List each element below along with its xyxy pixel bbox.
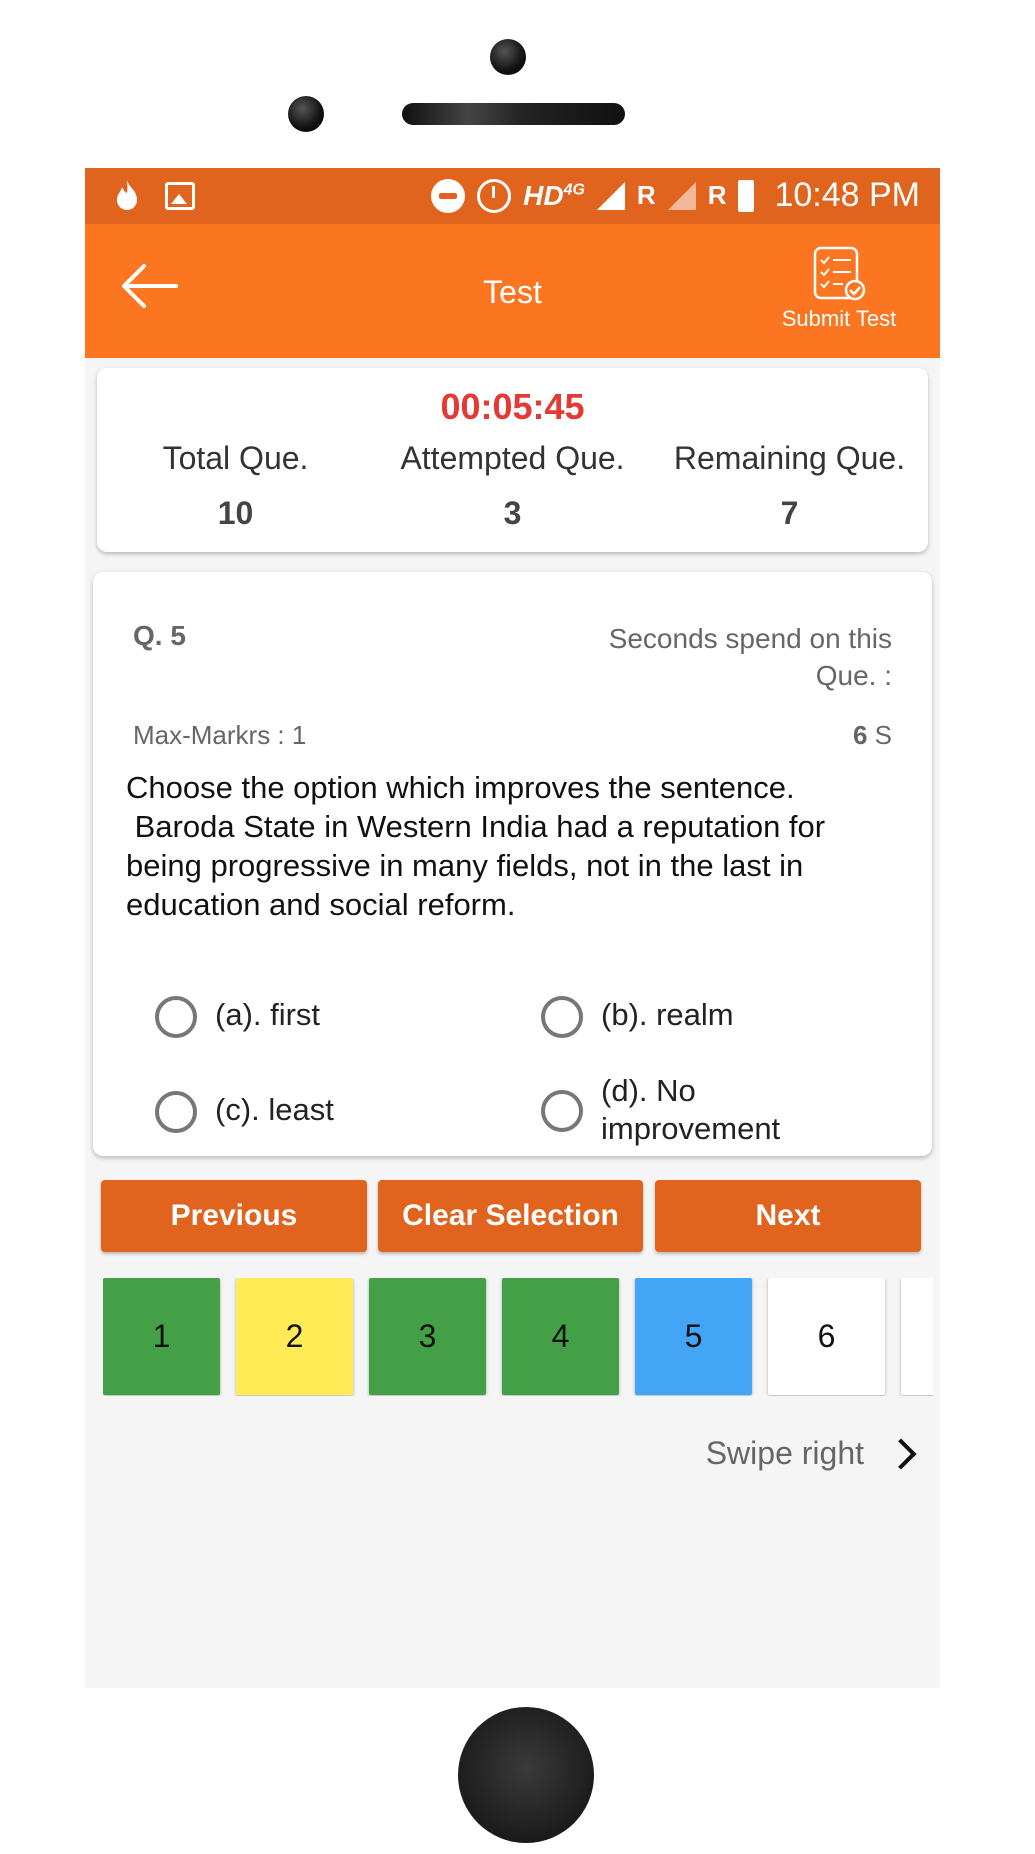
roaming-indicator: R — [636, 180, 656, 210]
question-nav-item[interactable]: 2 — [236, 1278, 353, 1395]
clear-selection-button[interactable]: Clear Selection — [378, 1180, 643, 1252]
countdown-timer: 00:05:45 — [440, 386, 585, 427]
do-not-disturb-icon — [431, 178, 466, 213]
remaining-questions-label: Remaining Que. — [673, 440, 906, 476]
option-c[interactable]: (c). least — [155, 1091, 485, 1133]
option-label: (b). realm — [601, 997, 734, 1032]
submit-test-label: Submit Test — [781, 306, 897, 331]
test-stats-card: 00:05:45 Total Que. 10 Attempted Que. 3 … — [97, 368, 928, 552]
submit-checklist-icon — [813, 246, 866, 301]
radio-button[interactable] — [155, 996, 197, 1038]
chevron-right-icon — [885, 1437, 917, 1470]
question-nav-item[interactable]: 5 — [635, 1278, 752, 1395]
home-button[interactable] — [458, 1707, 594, 1843]
seconds-unit: S — [874, 720, 892, 750]
status-time: 10:48 PM — [774, 176, 920, 214]
image-notification-icon — [165, 182, 195, 210]
battery-charging-icon — [738, 179, 755, 212]
front-camera — [490, 39, 526, 75]
network-type: HD4G — [523, 179, 585, 211]
question-nav-item[interactable]: 4 — [502, 1278, 619, 1395]
option-a[interactable]: (a). first — [155, 996, 485, 1038]
option-label: (a). first — [215, 997, 321, 1032]
option-b[interactable]: (b). realm — [541, 996, 871, 1038]
phone-screen: HD4G R R 10:48 PM Test Submit Test 00:05… — [85, 168, 940, 1688]
question-text: Choose the option which improves the sen… — [126, 770, 826, 922]
option-label: (d). No improvement — [601, 1073, 781, 1146]
attempted-questions-label: Attempted Que. — [400, 440, 625, 476]
flame-icon — [117, 180, 137, 210]
swipe-hint-label: Swipe right — [705, 1435, 864, 1471]
radio-button[interactable] — [541, 996, 583, 1038]
radio-button[interactable] — [541, 1090, 583, 1132]
roaming-indicator-2: R — [707, 180, 727, 210]
total-questions-value: 10 — [217, 495, 254, 531]
question-navigator[interactable]: 123456 — [103, 1278, 933, 1396]
question-nav-item[interactable]: 6 — [768, 1278, 885, 1395]
swipe-hint[interactable]: Swipe right — [705, 1435, 917, 1472]
signal-icon-2 — [667, 181, 696, 210]
app-bar: Test Submit Test — [85, 224, 940, 358]
signal-icon — [596, 181, 625, 210]
seconds-number: 6 — [852, 720, 868, 750]
remaining-questions: Remaining Que. 7 — [651, 440, 928, 532]
option-d[interactable]: (d). No improvement — [541, 1072, 841, 1148]
previous-button[interactable]: Previous — [101, 1180, 367, 1252]
submit-test-button[interactable]: Submit Test — [774, 246, 904, 332]
attempted-questions-value: 3 — [503, 495, 522, 531]
alarm-icon — [477, 178, 512, 213]
option-label: (c). least — [215, 1092, 334, 1127]
question-nav-item[interactable]: 3 — [369, 1278, 486, 1395]
radio-button[interactable] — [155, 1091, 197, 1133]
question-number: Q. 5 — [133, 620, 186, 651]
question-nav-item[interactable] — [901, 1278, 933, 1395]
seconds-spent-label: Seconds spend on this Que. : — [608, 623, 892, 691]
seconds-spent-value: 6 S — [853, 720, 892, 751]
question-nav-item[interactable]: 1 — [103, 1278, 220, 1395]
next-button[interactable]: Next — [655, 1180, 921, 1252]
remaining-questions-value: 7 — [780, 495, 799, 531]
attempted-questions: Attempted Que. 3 — [374, 440, 651, 532]
status-bar: HD4G R R 10:48 PM — [85, 168, 940, 224]
total-questions: Total Que. 10 — [97, 440, 374, 532]
question-card: Q. 5 Seconds spend on this Que. : Max-Ma… — [93, 572, 932, 1156]
max-marks: Max-Markrs : 1 — [133, 720, 307, 750]
total-questions-label: Total Que. — [162, 440, 309, 476]
proximity-sensor — [288, 96, 324, 132]
earpiece-speaker — [402, 103, 625, 125]
